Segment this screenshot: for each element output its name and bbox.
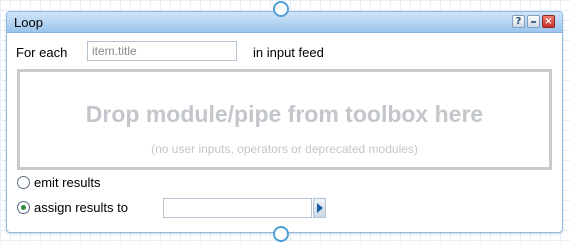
minimize-icon[interactable] [527,15,540,28]
emit-results-radio[interactable] [17,176,30,189]
input-connector[interactable] [273,1,289,17]
editor-canvas: Loop ? × For each in input feed Drop mod… [0,0,570,243]
module-drop-zone[interactable]: Drop module/pipe from toolbox here (no u… [17,69,552,170]
close-icon[interactable]: × [542,15,555,28]
module-title: Loop [14,15,43,30]
for-each-label: For each [16,45,68,60]
assign-terminal-arrow-icon[interactable] [313,198,326,218]
item-field-input[interactable] [87,41,237,61]
assign-results-radio[interactable] [17,201,30,214]
loop-module: Loop ? × For each in input feed Drop mod… [6,11,563,233]
drop-zone-instruction: Drop module/pipe from toolbox here [85,101,484,127]
drop-zone-note: (no user inputs, operators or deprecated… [151,142,418,156]
emit-results-label[interactable]: emit results [34,175,100,190]
assign-results-label[interactable]: assign results to [34,200,128,215]
help-icon[interactable]: ? [512,15,525,28]
output-connector[interactable] [273,226,289,242]
in-input-feed-label: in input feed [253,45,324,60]
assign-target-input[interactable] [163,198,312,218]
